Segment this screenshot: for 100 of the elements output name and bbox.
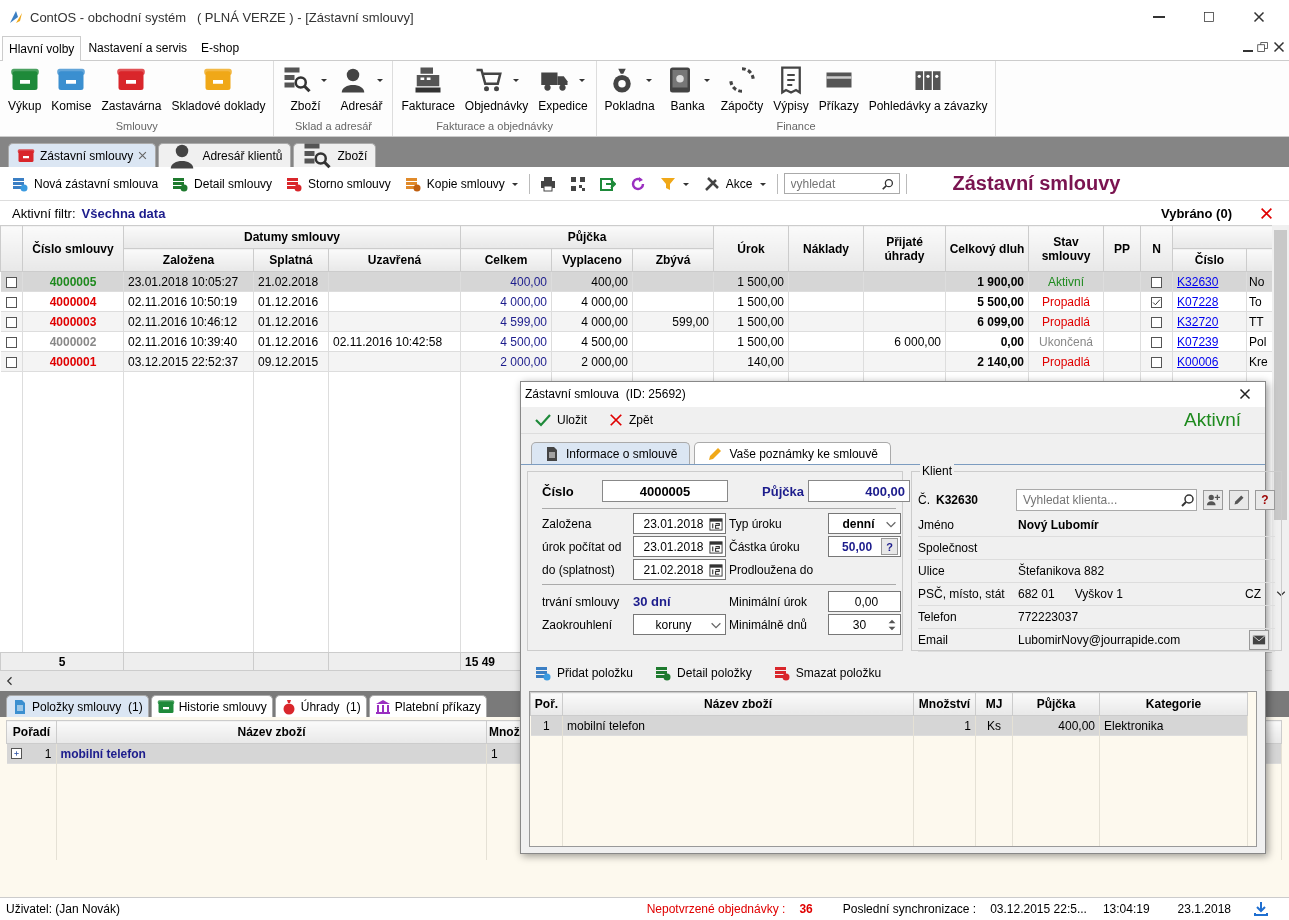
toolbar-button[interactable]: Smazat položku	[769, 663, 886, 683]
tab[interactable]: Položky smlouvy (1)	[6, 695, 149, 717]
toolbar-button[interactable]: Detail položky	[651, 663, 756, 683]
ribbon-button[interactable]: Zastavárna	[97, 61, 166, 120]
interest-field[interactable]: 50,00 ?	[828, 536, 901, 557]
ribbon-tab[interactable]: Nastavení a servis	[81, 35, 195, 60]
tab[interactable]: Informace o smlouvě	[531, 442, 691, 464]
toolbar-button[interactable]: Přidat položku	[531, 663, 638, 683]
table-cell: 01.12.2016	[258, 294, 319, 309]
list-delete-icon	[286, 175, 303, 192]
tab[interactable]: Vaše poznámky ke smlouvě	[694, 442, 891, 464]
toolbar-button[interactable]: Storno smlouvy	[282, 173, 395, 194]
checkbox[interactable]	[1151, 276, 1163, 288]
checkbox[interactable]	[5, 336, 17, 348]
search-field[interactable]: vyhledat	[783, 173, 900, 194]
ribbon-tab[interactable]: Hlavní volby	[2, 36, 82, 61]
ribbon-button[interactable]: Komise	[47, 61, 96, 120]
download-icon	[1253, 901, 1269, 917]
ribbon-button[interactable]: Výpisy	[769, 61, 813, 120]
table-cell: 4000003	[49, 314, 97, 329]
close-icon	[1260, 206, 1273, 220]
client-link[interactable]: K07228	[1177, 294, 1219, 309]
loan-field[interactable]: 400,00	[808, 480, 910, 502]
toolbar-button[interactable]: Nová zástavní smlouva	[8, 173, 163, 194]
checkbox[interactable]	[1151, 356, 1163, 368]
field-label: trvání smlouvy	[542, 594, 621, 609]
column-header: Název zboží	[56, 720, 487, 744]
list-edit-icon	[655, 665, 672, 681]
date-field[interactable]: 23.01.2018	[633, 513, 726, 534]
sync-label: Poslední synchronizace :	[842, 902, 977, 916]
column-header: MJ	[975, 692, 1013, 716]
table-cell: TT	[1249, 314, 1264, 329]
ribbon-button[interactable]: Příkazy	[814, 61, 863, 120]
date-field[interactable]: 21.02.2018	[633, 559, 726, 580]
date-field[interactable]: 23.01.2018	[633, 536, 726, 557]
checkbox[interactable]	[5, 276, 17, 288]
toolbar-button[interactable]: Zpět	[605, 410, 658, 429]
field-label: Půjčka	[761, 483, 804, 499]
field-value: CZ	[1245, 587, 1261, 601]
tab[interactable]: Historie smlouvy	[150, 695, 273, 717]
table-cell: 400,00	[510, 274, 547, 289]
client-link[interactable]: K07239	[1177, 334, 1219, 349]
ribbon-button[interactable]: Objednávky	[460, 61, 533, 120]
checkbox[interactable]	[5, 356, 17, 368]
expand-toggle[interactable]	[10, 748, 22, 759]
table-cell: Aktivní	[1048, 274, 1085, 289]
ribbon-button[interactable]: Pohledávky a závazky	[864, 61, 992, 120]
bank-icon	[374, 698, 391, 715]
tab[interactable]: Platební příkazy	[368, 695, 487, 717]
dropdown[interactable]: denní	[828, 513, 901, 534]
edit-client-button[interactable]	[1229, 490, 1249, 510]
checkbox[interactable]	[1151, 316, 1163, 328]
ribbon-button[interactable]: Skladové doklady	[167, 61, 270, 120]
checkbox[interactable]	[1151, 296, 1163, 308]
table-cell: mobilní telefon	[60, 746, 146, 761]
refresh-icon	[629, 175, 646, 192]
help-button[interactable]: ?	[1255, 490, 1275, 510]
search-icon	[1180, 492, 1196, 508]
spinner-field[interactable]: 30	[828, 614, 901, 635]
ribbon-tab[interactable]: E-shop	[194, 35, 247, 60]
list-edit-icon	[172, 175, 189, 192]
ribbon-button[interactable]: Zápočty	[716, 61, 768, 120]
ribbon-button[interactable]: Banka	[660, 61, 715, 120]
column-header: Číslo smlouvy	[22, 225, 124, 272]
input-field[interactable]: 0,00	[828, 591, 901, 612]
document-tab[interactable]: Zástavní smlouvy	[8, 143, 157, 167]
ribbon-button[interactable]: Fakturace	[397, 61, 459, 120]
checkbox[interactable]	[5, 296, 17, 308]
table-cell: 2 140,00	[977, 354, 1025, 369]
close-icon	[1253, 11, 1265, 23]
column-header: Poř.	[530, 692, 563, 716]
column-header: Náklady	[788, 225, 864, 272]
ribbon-button[interactable]: Pokladna	[600, 61, 659, 120]
ribbon-button[interactable]: Výkup	[4, 61, 46, 120]
add-client-button[interactable]	[1203, 490, 1223, 510]
document-tab[interactable]: Adresář klientů	[158, 143, 292, 167]
toolbar-button[interactable]: Kopie smlouvy	[400, 173, 523, 194]
table-cell: 1	[964, 718, 971, 733]
contract-number-field[interactable]: 4000005	[602, 480, 728, 502]
ribbon-button[interactable]: Adresář	[334, 61, 389, 120]
scrollbar-thumb[interactable]	[1274, 230, 1287, 520]
table-cell: 1	[491, 746, 498, 761]
ribbon-button[interactable]: Zboží	[278, 61, 333, 120]
toolbar-button[interactable]: Detail smlouvy	[168, 173, 277, 194]
table-cell: 599,00	[672, 314, 710, 329]
checkbox[interactable]	[1151, 336, 1163, 348]
tab[interactable]: Úhrady (1)	[274, 695, 367, 717]
dropdown[interactable]: koruny	[633, 614, 726, 635]
toolbar-button[interactable]: Uložit	[531, 409, 591, 430]
document-tab[interactable]: Zboží	[293, 143, 377, 167]
pencil-icon	[707, 445, 724, 462]
help-button[interactable]: ?	[881, 538, 898, 555]
ribbon-button[interactable]: Expedice	[534, 61, 592, 120]
column-header: Celkový dluh	[945, 225, 1029, 272]
checkbox[interactable]	[5, 316, 17, 328]
client-search-field[interactable]: Vyhledat klienta...	[1016, 489, 1197, 511]
filter-icon	[659, 175, 676, 192]
actions-button[interactable]: Akce	[699, 173, 771, 194]
selected-count: Vybráno (0)	[1160, 205, 1232, 221]
email-button[interactable]	[1249, 630, 1269, 650]
